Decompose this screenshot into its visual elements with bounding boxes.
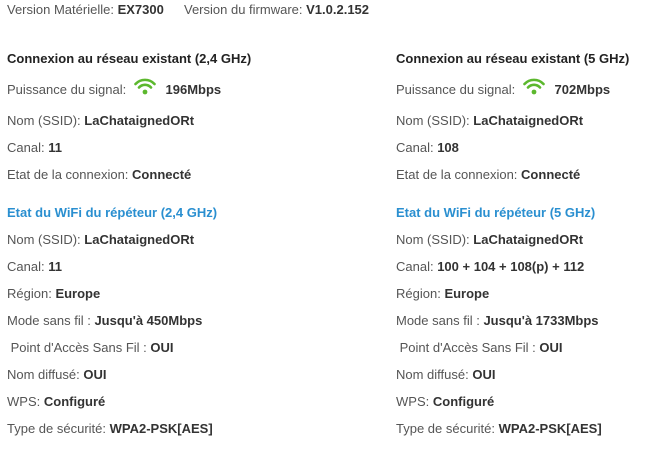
wps-24-row: WPS: Configuré (7, 394, 105, 409)
connection-state-value: Connecté (521, 167, 581, 182)
wireless-mode-5-row: Mode sans fil : Jusqu'à 1733Mbps (396, 313, 599, 328)
security-type-value: WPA2-PSK[AES] (498, 421, 602, 436)
firmware-version-value: V1.0.2.152 (306, 2, 370, 17)
connection-state-5-row: Etat de la connexion: Connecté (396, 167, 580, 182)
wifi-signal-icon (134, 77, 156, 98)
repeater-channel-24-row: Canal: 11 (7, 259, 62, 274)
wps-value: Configuré (43, 394, 106, 409)
broadcast-name-label: Nom diffusé: (7, 367, 80, 382)
channel-label: Canal: (7, 140, 45, 155)
wps-5-row: WPS: Configuré (396, 394, 494, 409)
ssid-label: Nom (SSID): (396, 113, 470, 128)
channel-value: 108 (437, 140, 459, 155)
connection-state-label: Etat de la connexion: (396, 167, 518, 182)
ssid-value: LaChataignedORt (84, 232, 195, 247)
wps-label: WPS: (396, 394, 430, 409)
repeater-ssid-24-row: Nom (SSID): LaChataignedORt (7, 232, 194, 247)
broadcast-name-5-row: Nom diffusé: OUI (396, 367, 496, 382)
wireless-mode-label: Mode sans fil : (7, 313, 91, 328)
channel-label: Canal: (396, 259, 434, 274)
signal-strength-5-row: Puissance du signal: 702Mbps (396, 77, 611, 101)
security-type-5-row: Type de sécurité: WPA2-PSK[AES] (396, 421, 602, 436)
channel-label: Canal: (396, 140, 434, 155)
ssid-label: Nom (SSID): (396, 232, 470, 247)
broadcast-name-value: OUI (472, 367, 496, 382)
repeater-wifi-5-title: Etat du WiFi du répéteur (5 GHz) (396, 205, 596, 220)
connection-state-label: Etat de la connexion: (7, 167, 129, 182)
access-point-24-row: Point d'Accès Sans Fil : OUI (7, 340, 174, 355)
broadcast-name-value: OUI (83, 367, 107, 382)
signal-strength-value: 702Mbps (554, 81, 611, 97)
region-value: Europe (55, 286, 101, 301)
channel-5-row: Canal: 108 (396, 140, 459, 155)
ssid-value: LaChataignedORt (473, 232, 584, 247)
wps-value: Configuré (432, 394, 495, 409)
wps-label: WPS: (7, 394, 41, 409)
wireless-mode-label: Mode sans fil : (396, 313, 480, 328)
security-type-24-row: Type de sécurité: WPA2-PSK[AES] (7, 421, 213, 436)
wifi-signal-icon (523, 77, 545, 98)
channel-24-row: Canal: 11 (7, 140, 62, 155)
region-label: Région: (396, 286, 441, 301)
access-point-label: Point d'Accès Sans Fil : (396, 340, 536, 355)
wireless-mode-value: Jusqu'à 450Mbps (94, 313, 203, 328)
security-type-label: Type de sécurité: (7, 421, 106, 436)
hardware-version-value: EX7300 (117, 2, 164, 17)
wireless-mode-value: Jusqu'à 1733Mbps (483, 313, 599, 328)
channel-value: 11 (48, 259, 62, 274)
existing-network-5-title: Connexion au réseau existant (5 GHz) (396, 51, 630, 66)
signal-strength-24-row: Puissance du signal: 196Mbps (7, 77, 222, 101)
security-type-value: WPA2-PSK[AES] (109, 421, 213, 436)
ssid-5-row: Nom (SSID): LaChataignedORt (396, 113, 583, 128)
signal-strength-label: Puissance du signal: (396, 81, 516, 97)
access-point-value: OUI (150, 340, 174, 355)
firmware-version-row: Version du firmware: V1.0.2.152 (184, 2, 369, 17)
repeater-wifi-24-title: Etat du WiFi du répéteur (2,4 GHz) (7, 205, 218, 220)
repeater-ssid-5-row: Nom (SSID): LaChataignedORt (396, 232, 583, 247)
channel-label: Canal: (7, 259, 45, 274)
ssid-value: LaChataignedORt (84, 113, 195, 128)
broadcast-name-24-row: Nom diffusé: OUI (7, 367, 107, 382)
hardware-version-label: Version Matérielle: (7, 2, 114, 17)
channel-value: 11 (48, 140, 62, 155)
region-5-row: Région: Europe (396, 286, 489, 301)
access-point-5-row: Point d'Accès Sans Fil : OUI (396, 340, 563, 355)
channel-value: 100 + 104 + 108(p) + 112 (437, 259, 585, 274)
access-point-value: OUI (539, 340, 563, 355)
repeater-channel-5-row: Canal: 100 + 104 + 108(p) + 112 (396, 259, 584, 274)
ssid-label: Nom (SSID): (7, 232, 81, 247)
connection-state-value: Connecté (132, 167, 192, 182)
existing-network-24-title: Connexion au réseau existant (2,4 GHz) (7, 51, 252, 66)
region-label: Région: (7, 286, 52, 301)
ssid-label: Nom (SSID): (7, 113, 81, 128)
ssid-24-row: Nom (SSID): LaChataignedORt (7, 113, 194, 128)
signal-strength-value: 196Mbps (165, 81, 222, 97)
wireless-mode-24-row: Mode sans fil : Jusqu'à 450Mbps (7, 313, 202, 328)
connection-state-24-row: Etat de la connexion: Connecté (7, 167, 191, 182)
hardware-version-row: Version Matérielle: EX7300 (7, 2, 164, 17)
access-point-label: Point d'Accès Sans Fil : (7, 340, 147, 355)
security-type-label: Type de sécurité: (396, 421, 495, 436)
region-value: Europe (444, 286, 490, 301)
firmware-version-label: Version du firmware: (184, 2, 303, 17)
ssid-value: LaChataignedORt (473, 113, 584, 128)
region-24-row: Région: Europe (7, 286, 100, 301)
broadcast-name-label: Nom diffusé: (396, 367, 469, 382)
signal-strength-label: Puissance du signal: (7, 81, 127, 97)
